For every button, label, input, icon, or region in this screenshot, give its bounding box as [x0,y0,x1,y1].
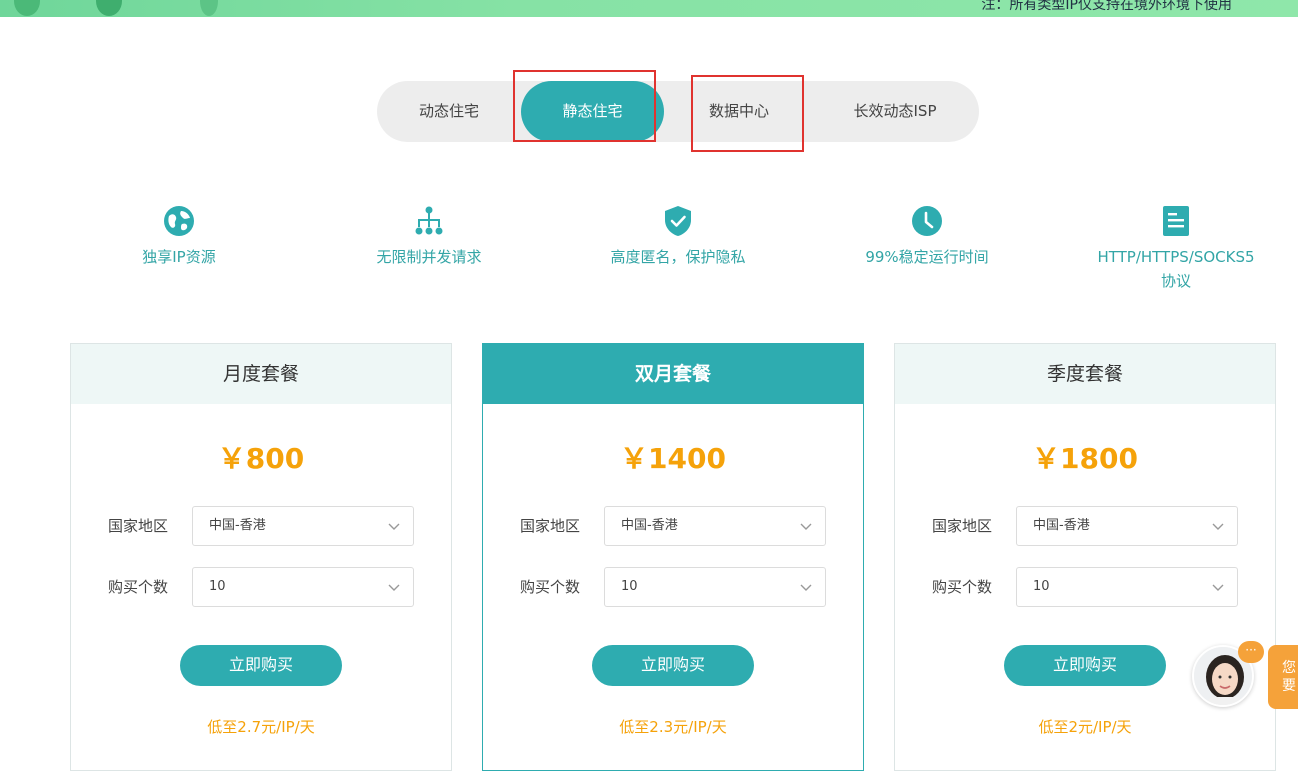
low-price-note: 低至2.3元/IP/天 [619,718,727,736]
chat-bubble-icon[interactable]: ··· [1238,641,1264,663]
low-price-note: 低至2.7元/IP/天 [207,718,315,736]
chevron-down-icon [388,523,400,530]
tab-long-isp[interactable]: 长效动态ISP [814,81,976,142]
region-select[interactable]: 中国-香港 [192,506,414,546]
leaf-decoration [14,0,40,16]
region-select-value: 中国-香港 [1033,518,1090,533]
plan-price: ￥800 [217,442,305,475]
region-select-value: 中国-香港 [621,518,678,533]
quantity-select[interactable]: 10 [604,567,826,607]
document-icon [1163,206,1189,236]
tab-static-residential[interactable]: 静态住宅 [521,81,664,142]
feature-label: 99%稳定运行时间 [865,248,989,266]
quantity-label: 购买个数 [108,578,169,596]
region-select[interactable]: 中国-香港 [1016,506,1238,546]
plan-card-monthly: 月度套餐 ￥800 国家地区 中国-香港 购买个数 10 立即购买 低至2.7元… [70,343,452,771]
quantity-select[interactable]: 10 [192,567,414,607]
plan-card-bimonthly: 双月套餐 ￥1400 国家地区 中国-香港 购买个数 10 立即购买 低至2.3… [482,343,864,771]
network-icon [415,206,443,235]
low-price-note: 低至2元/IP/天 [1038,718,1132,736]
top-banner: 注：所有类型IP仅支持在境外环境下使用 [0,0,1298,17]
chevron-down-icon [1212,523,1224,530]
region-select[interactable]: 中国-香港 [604,506,826,546]
feature-uptime: 99%稳定运行时间 [827,205,1027,269]
buy-now-button[interactable]: 立即购买 [180,645,342,686]
shield-check-icon [665,206,691,236]
quantity-label: 购买个数 [520,578,581,596]
tab-datacenter[interactable]: 数据中心 [664,81,814,142]
buy-now-button[interactable]: 立即购买 [1004,645,1166,686]
region-label: 国家地区 [108,517,169,535]
feature-unlimited-concurrency: 无限制并发请求 [329,205,529,269]
feature-exclusive-ip: 独享IP资源 [79,205,279,269]
plan-title: 季度套餐 [895,344,1275,404]
chevron-down-icon [388,584,400,591]
quantity-select[interactable]: 10 [1016,567,1238,607]
feature-protocols: HTTP/HTTPS/SOCKS5 协议 [1076,205,1276,293]
chevron-down-icon [800,584,812,591]
banner-note: 注：所有类型IP仅支持在境外环境下使用 [981,0,1232,13]
plan-title: 双月套餐 [483,344,863,404]
feature-anonymity: 高度匿名，保护隐私 [578,205,778,269]
feature-label-line2: 协议 [1160,272,1191,290]
leaf-decoration [200,0,218,16]
region-label: 国家地区 [932,517,993,535]
globe-icon [164,206,194,236]
feature-label: 独享IP资源 [142,248,216,266]
plan-price: ￥1800 [1032,442,1138,475]
plan-price: ￥1400 [620,442,726,475]
leaf-decoration [96,0,122,16]
feature-label: HTTP/HTTPS/SOCKS5 [1097,248,1255,266]
quantity-select-value: 10 [1033,579,1050,594]
chevron-down-icon [800,523,812,530]
tab-dynamic-residential[interactable]: 动态住宅 [377,81,521,142]
feature-label: 高度匿名，保护隐私 [610,248,746,266]
buy-now-button[interactable]: 立即购买 [592,645,754,686]
chevron-down-icon [1212,584,1224,591]
quantity-select-value: 10 [621,579,638,594]
quantity-select-value: 10 [209,579,226,594]
feature-label: 无限制并发请求 [376,248,482,266]
plan-title: 月度套餐 [71,344,451,404]
chat-tag[interactable]: 您 要 [1268,645,1298,709]
clock-icon [912,206,942,236]
region-select-value: 中国-香港 [209,518,266,533]
quantity-label: 购买个数 [932,578,993,596]
region-label: 国家地区 [520,517,581,535]
chat-tag-text: 您 [1282,660,1296,676]
product-tabs: 动态住宅 静态住宅 数据中心 长效动态ISP [377,81,979,142]
chat-tag-text: 要 [1282,678,1296,694]
